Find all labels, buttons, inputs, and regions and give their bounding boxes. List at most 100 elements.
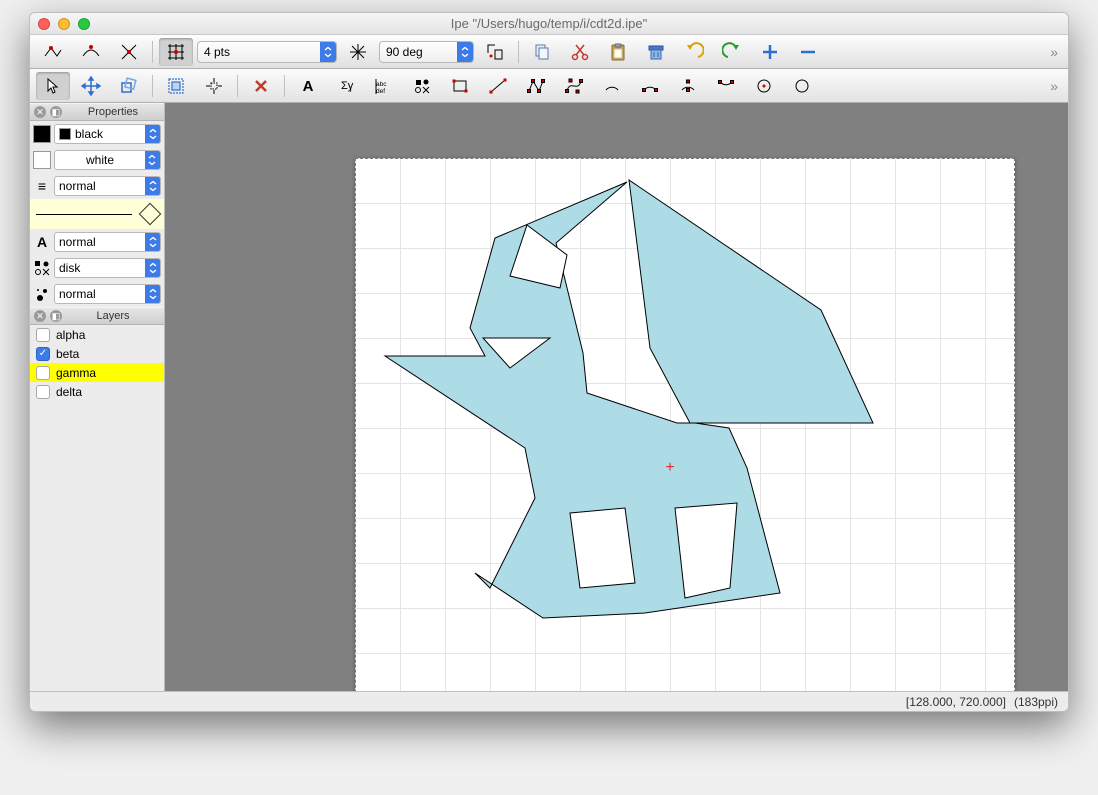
status-bar: [128.000, 720.000] (183ppi): [30, 691, 1068, 711]
crosshair-icon: +: [665, 459, 674, 477]
status-coords: [128.000, 720.000]: [906, 695, 1006, 709]
undo-button[interactable]: [677, 38, 711, 66]
arrow-line-preview: [36, 214, 132, 215]
minimize-window-button[interactable]: [58, 18, 70, 30]
canvas-viewport[interactable]: +: [165, 103, 1068, 691]
snap-angle-button[interactable]: [341, 38, 375, 66]
grid-size-value: 4 pts: [204, 45, 230, 59]
layer-checkbox[interactable]: [36, 347, 50, 361]
layer-label: alpha: [56, 328, 85, 342]
polyline-tool[interactable]: [519, 72, 553, 100]
layer-row-delta[interactable]: delta: [30, 382, 164, 401]
textsize-row: A normal: [30, 229, 164, 255]
layer-checkbox[interactable]: [36, 328, 50, 342]
hole-leg-1[interactable]: [570, 508, 635, 588]
sidebar: ✕ ◧ Properties black white: [30, 103, 165, 691]
rotate-tool[interactable]: [112, 72, 146, 100]
zoom-in-button[interactable]: [753, 38, 787, 66]
zoom-out-button[interactable]: [791, 38, 825, 66]
delete-button[interactable]: [639, 38, 673, 66]
select-tool[interactable]: [36, 72, 70, 100]
pen-select[interactable]: normal: [54, 176, 161, 196]
mark-tool[interactable]: [405, 72, 439, 100]
close-panel-icon[interactable]: ✕: [34, 106, 46, 118]
rectangle-tool[interactable]: [443, 72, 477, 100]
angle-select[interactable]: 90 deg: [379, 41, 474, 63]
layer-row-gamma[interactable]: gamma: [30, 363, 164, 382]
arc3-tool[interactable]: [633, 72, 667, 100]
paste-button[interactable]: [601, 38, 635, 66]
stroke-swatch-icon: [59, 128, 71, 140]
detach-panel-icon[interactable]: ◧: [50, 106, 62, 118]
markshape-select[interactable]: disk: [54, 258, 161, 278]
arc-ends-tool[interactable]: [709, 72, 743, 100]
stroke-absolute-swatch[interactable]: [33, 125, 51, 143]
layer-checkbox[interactable]: [36, 385, 50, 399]
stroke-color-select[interactable]: black: [54, 124, 161, 144]
fill-color-select[interactable]: white: [54, 150, 161, 170]
zoom-window-button[interactable]: [78, 18, 90, 30]
fill-absolute-swatch[interactable]: [33, 151, 51, 169]
arrow-preview[interactable]: [30, 199, 164, 229]
toolbar-overflow-icon[interactable]: »: [1050, 44, 1062, 60]
spline-tool[interactable]: [557, 72, 591, 100]
angle-value: 90 deg: [386, 45, 423, 59]
fill-color-row: white: [30, 147, 164, 173]
line-tool[interactable]: [481, 72, 515, 100]
snap-grid-button[interactable]: [159, 38, 193, 66]
layer-label: beta: [56, 347, 79, 361]
layers-list: alpha beta gamma delta: [30, 325, 164, 691]
symbolsize-label: normal: [59, 287, 96, 301]
arc-center-tool[interactable]: [671, 72, 705, 100]
layer-row-alpha[interactable]: alpha: [30, 325, 164, 344]
layers-panel-header[interactable]: ✕ ◧ Layers: [30, 307, 164, 325]
drawing[interactable]: [355, 158, 1015, 691]
svg-text:A: A: [303, 78, 314, 95]
redo-button[interactable]: [715, 38, 749, 66]
translate-tool[interactable]: [74, 72, 108, 100]
grid-size-select[interactable]: 4 pts: [197, 41, 337, 63]
text-label-tool[interactable]: A: [291, 72, 325, 100]
pen-row: ≡ normal: [30, 173, 164, 199]
snap-intersection-button[interactable]: [112, 38, 146, 66]
delete-mark-icon[interactable]: [244, 72, 278, 100]
app-window: Ipe "/Users/hugo/temp/i/cdt2d.ipe" 4 pts…: [29, 12, 1069, 712]
snap-vertex-button[interactable]: [36, 38, 70, 66]
snap-control-button[interactable]: [74, 38, 108, 66]
window-controls: [38, 18, 90, 30]
paragraph-tool[interactable]: abcdef: [367, 72, 401, 100]
cut-button[interactable]: [563, 38, 597, 66]
circle-3pt-tool[interactable]: [785, 72, 819, 100]
detach-layers-icon[interactable]: ◧: [50, 310, 62, 322]
titlebar: Ipe "/Users/hugo/temp/i/cdt2d.ipe": [30, 13, 1068, 35]
stretch-tool[interactable]: [159, 72, 193, 100]
circle-center-tool[interactable]: [747, 72, 781, 100]
properties-title: Properties: [66, 106, 160, 118]
toolbar2-overflow-icon[interactable]: »: [1050, 78, 1062, 94]
markshape-row: disk: [30, 255, 164, 281]
layer-row-beta[interactable]: beta: [30, 344, 164, 363]
markshape-icon: [33, 260, 51, 276]
hole-leg-2[interactable]: [675, 503, 737, 598]
textsize-label: normal: [59, 235, 96, 249]
svg-text:abc: abc: [376, 81, 387, 88]
arc-tool[interactable]: [595, 72, 629, 100]
symbolsize-icon: [33, 286, 51, 302]
copy-button[interactable]: [525, 38, 559, 66]
layer-label: delta: [56, 385, 82, 399]
layer-label: gamma: [56, 366, 96, 380]
close-layers-icon[interactable]: ✕: [34, 310, 46, 322]
page[interactable]: +: [355, 158, 1015, 691]
layers-title: Layers: [66, 310, 160, 322]
snap-auto-button[interactable]: [478, 38, 512, 66]
properties-panel-header[interactable]: ✕ ◧ Properties: [30, 103, 164, 121]
pathmode-diamond-icon[interactable]: [139, 203, 162, 226]
text-icon: A: [33, 234, 51, 250]
layer-checkbox[interactable]: [36, 366, 50, 380]
symbolsize-select[interactable]: normal: [54, 284, 161, 304]
pan-tool[interactable]: [197, 72, 231, 100]
textsize-select[interactable]: normal: [54, 232, 161, 252]
close-window-button[interactable]: [38, 18, 50, 30]
math-tool[interactable]: Σyi: [329, 72, 363, 100]
svg-text:def: def: [376, 88, 385, 95]
